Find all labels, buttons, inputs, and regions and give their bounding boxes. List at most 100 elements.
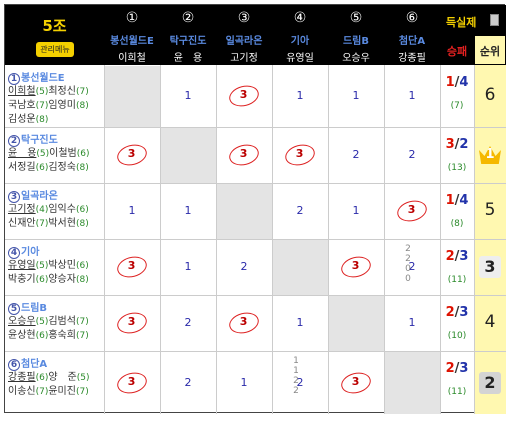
- calculator-icon[interactable]: [490, 14, 499, 26]
- member-name[interactable]: 양승자: [48, 274, 76, 285]
- member-name[interactable]: 홍숙희: [48, 330, 76, 341]
- group-title: 5조: [42, 17, 67, 35]
- score-value: 3: [127, 374, 136, 388]
- bronze-trophy-icon: 3: [479, 256, 501, 278]
- win-loss-values: 2/3: [446, 361, 469, 376]
- match-score[interactable]: 2: [384, 148, 440, 161]
- match-score[interactable]: 1: [384, 89, 440, 102]
- member-name[interactable]: 신재안: [8, 218, 36, 229]
- match-score[interactable]: 1: [160, 260, 216, 273]
- self-match-cell: [273, 240, 328, 295]
- wins: 3: [445, 137, 455, 152]
- team-name-link[interactable]: 탁구진도: [160, 32, 216, 47]
- team-name-link[interactable]: 드림B: [328, 32, 384, 47]
- member-grade: (7): [75, 331, 89, 341]
- losses: 2: [459, 137, 469, 152]
- set-score: 2: [405, 254, 411, 264]
- win-score-circle[interactable]: 3: [227, 82, 261, 110]
- score-value: 3: [407, 203, 416, 217]
- team-name-link[interactable]: 일곡라온: [216, 32, 272, 47]
- win-loss-record: 2/3 (11): [440, 249, 474, 285]
- member-line: 이희철(5)최정신(7): [8, 82, 89, 97]
- win-score-circle[interactable]: 3: [283, 141, 317, 169]
- team-number: ③: [237, 10, 251, 26]
- match-score[interactable]: 2: [160, 316, 216, 329]
- match-score[interactable]: 1: [328, 204, 384, 217]
- member-name[interactable]: 박충기: [8, 274, 36, 285]
- win-loss-record: 1/4 (8): [440, 193, 474, 229]
- match-score[interactable]: 1: [104, 204, 160, 217]
- win-score-circle[interactable]: 3: [339, 253, 373, 281]
- member-name[interactable]: 윤미진: [48, 386, 76, 397]
- admin-menu-button[interactable]: 관리메뉴: [36, 42, 74, 57]
- rank-number: 2: [484, 372, 496, 392]
- losses: 3: [459, 361, 469, 376]
- win-score-circle[interactable]: 3: [395, 197, 429, 225]
- member-grade: (7): [35, 387, 49, 397]
- member-name[interactable]: 박서현: [48, 218, 76, 229]
- team-header-1: ① 봉선월드E 이희철: [104, 5, 160, 65]
- set-scores: 1122: [290, 356, 302, 396]
- rank-value: 1: [475, 144, 505, 164]
- member-grade: (8): [35, 115, 49, 125]
- self-match-cell: [385, 352, 440, 414]
- grid-line: [5, 239, 506, 240]
- point-score: (11): [447, 387, 467, 397]
- rank-value: 3: [475, 256, 505, 278]
- match-score[interactable]: 1: [272, 89, 328, 102]
- win-score-circle[interactable]: 3: [227, 309, 261, 337]
- league-table: 5조 관리메뉴 득실제 승패 순위 ① 봉선월드E 이희철 ② 탁구진도 윤 용 ③ 일곡라온…: [4, 4, 506, 414]
- win-score-circle[interactable]: 3: [115, 309, 149, 337]
- member-line: 오승우(5)김범석(7): [8, 312, 89, 327]
- win-loss-values: 1/4: [446, 75, 469, 90]
- member-line: 강종필(6)양 준(5): [8, 368, 90, 383]
- losses: 3: [459, 249, 469, 264]
- member-name[interactable]: 김정숙: [48, 162, 76, 173]
- match-score[interactable]: 1: [328, 89, 384, 102]
- win-score-circle[interactable]: 3: [115, 253, 149, 281]
- match-score[interactable]: 1: [160, 204, 216, 217]
- rank-value: 4: [484, 312, 496, 332]
- captain-name: 윤 용: [173, 53, 203, 64]
- match-score[interactable]: 1: [272, 316, 328, 329]
- member-line: 고기정(4)임익수(6): [8, 200, 89, 215]
- team-header-2: ② 탁구진도 윤 용: [160, 5, 216, 65]
- grid-line: [5, 295, 506, 296]
- win-score-circle[interactable]: 3: [339, 369, 373, 396]
- member-line: 윤 용(5)이철범(6): [8, 144, 90, 159]
- match-score[interactable]: 2: [160, 376, 216, 389]
- match-score[interactable]: 1: [160, 89, 216, 102]
- member-name[interactable]: 김성운: [8, 114, 36, 125]
- match-score[interactable]: 2: [272, 204, 328, 217]
- member-line: 신재안(7)박서현(8): [8, 214, 89, 229]
- team-name-link[interactable]: 기아: [272, 32, 328, 47]
- member-name[interactable]: 이송신: [8, 386, 36, 397]
- silver-trophy-icon: 2: [479, 371, 501, 394]
- member-name[interactable]: 서정길: [8, 162, 36, 173]
- score-value: 3: [239, 315, 248, 329]
- captain-name: 오승우: [342, 53, 370, 64]
- member-grade: (6): [35, 275, 49, 285]
- set-score: 0: [405, 274, 411, 284]
- team-name-link[interactable]: 봉선월드E: [104, 32, 160, 47]
- member-grade: (8): [75, 275, 89, 285]
- score-value: 3: [127, 315, 136, 329]
- match-score[interactable]: 2: [216, 260, 272, 273]
- win-score-circle[interactable]: 3: [227, 141, 261, 169]
- team-name-link[interactable]: 첨단A: [384, 32, 440, 47]
- member-name[interactable]: 윤상현: [8, 330, 36, 341]
- team-header-3: ③ 일곡라온 고기정: [216, 5, 272, 65]
- match-score[interactable]: 2: [328, 148, 384, 161]
- win-score-circle[interactable]: 3: [115, 141, 149, 169]
- rank-value: 5: [484, 200, 496, 220]
- win-score-circle[interactable]: 3: [115, 369, 149, 396]
- set-score: 1: [293, 356, 299, 366]
- self-match-cell: [161, 128, 216, 183]
- team-header-4: ④ 기아 유영일: [272, 5, 328, 65]
- match-score[interactable]: 1: [216, 376, 272, 389]
- member-name[interactable]: 임영미: [48, 100, 76, 111]
- member-line: 박충기(6)양승자(8): [8, 270, 89, 285]
- team-number: ④: [293, 10, 307, 26]
- match-score[interactable]: 1: [384, 316, 440, 329]
- win-loss-record: 1/4 (7): [440, 75, 474, 111]
